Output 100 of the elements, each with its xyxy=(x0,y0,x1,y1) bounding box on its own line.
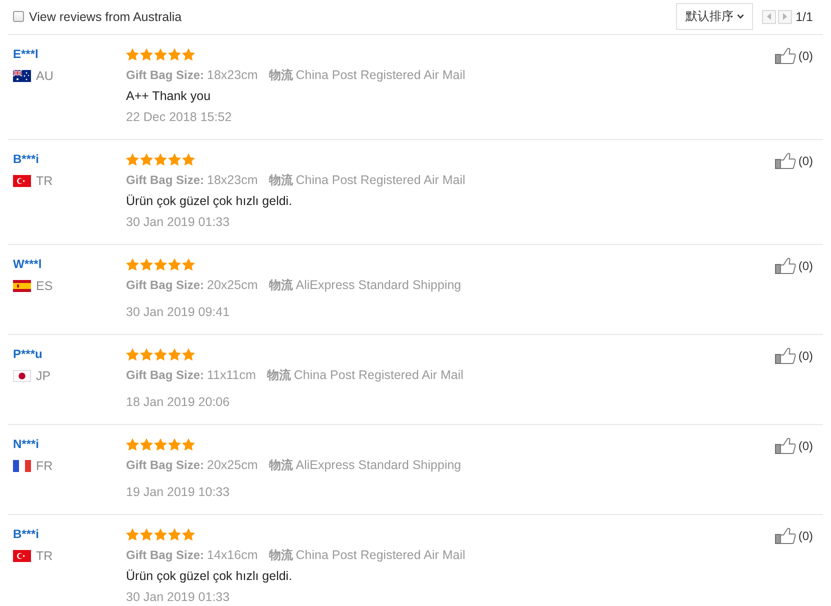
star-icon xyxy=(126,438,139,451)
star-icon xyxy=(126,348,139,361)
attribute-value: 20x25cm xyxy=(207,277,258,294)
star-icon xyxy=(140,48,153,61)
attribute-value: 20x25cm xyxy=(207,457,258,474)
star-icon xyxy=(154,528,167,541)
reviewer-name[interactable]: E***l xyxy=(13,44,38,65)
attribute-value: 18x23cm xyxy=(207,172,258,189)
star-icon xyxy=(182,153,195,166)
attribute-label: Gift Bag Size: xyxy=(126,277,204,294)
star-icon xyxy=(182,438,195,451)
star-icon xyxy=(168,348,181,361)
thumbs-up-icon xyxy=(775,47,796,64)
helpful-button[interactable]: (0) xyxy=(775,437,813,454)
flag-icon xyxy=(13,370,31,382)
attribute-value: China Post Registered Air Mail xyxy=(294,367,464,384)
attribute-value: China Post Registered Air Mail xyxy=(296,172,466,189)
reviewer-name[interactable]: N***i xyxy=(13,434,40,455)
flag-icon xyxy=(13,175,31,187)
attribute-label: Gift Bag Size: xyxy=(126,367,204,384)
star-icon xyxy=(182,48,195,61)
attribute-label: Gift Bag Size: xyxy=(126,457,204,474)
star-icon xyxy=(154,348,167,361)
star-icon xyxy=(140,438,153,451)
star-icon xyxy=(140,528,153,541)
review-text: Ürün çok güzel çok hızlı geldi. xyxy=(126,568,292,584)
star-icon xyxy=(154,258,167,271)
checkbox[interactable] xyxy=(13,11,24,22)
reviewer-name[interactable]: P***u xyxy=(13,344,42,365)
attribute-value: AliExpress Standard Shipping xyxy=(296,457,462,474)
star-icon xyxy=(140,153,153,166)
previous-page-button[interactable] xyxy=(762,10,776,24)
thumbs-up-icon xyxy=(775,257,796,274)
review-date: 18 Jan 2019 20:06 xyxy=(126,395,230,410)
flag-icon xyxy=(13,550,31,562)
attribute-label: 物流 xyxy=(268,172,293,189)
star-icon xyxy=(168,438,181,451)
star-icon xyxy=(154,153,167,166)
country-code: TR xyxy=(36,548,53,564)
country-code: ES xyxy=(36,278,53,294)
attribute-value: 18x23cm xyxy=(207,67,258,84)
triangle-left-icon xyxy=(766,13,771,20)
star-icon xyxy=(182,528,195,541)
attribute-label: 物流 xyxy=(266,367,291,384)
filter-label[interactable]: View reviews from Australia xyxy=(29,10,182,24)
country-code: JP xyxy=(36,368,51,384)
star-icon xyxy=(168,528,181,541)
next-page-button[interactable] xyxy=(778,10,792,24)
helpful-button[interactable]: (0) xyxy=(775,257,813,274)
attribute-label: 物流 xyxy=(268,277,293,294)
star-icon xyxy=(168,258,181,271)
sort-dropdown[interactable]: 默认排序 xyxy=(676,3,753,30)
country-code: FR xyxy=(36,458,53,474)
attribute-label: 物流 xyxy=(268,457,293,474)
helpful-button[interactable]: (0) xyxy=(775,152,813,169)
review-date: 30 Jan 2019 09:41 xyxy=(126,305,230,320)
star-icon xyxy=(182,258,195,271)
chevron-down-icon xyxy=(736,14,744,19)
attribute-value: 11x11cm xyxy=(207,367,256,384)
star-icon xyxy=(154,438,167,451)
reviewer-name[interactable]: B***i xyxy=(13,149,40,170)
helpful-button[interactable]: (0) xyxy=(775,47,813,64)
triangle-right-icon xyxy=(782,13,787,20)
star-icon xyxy=(168,48,181,61)
review-date: 30 Jan 2019 01:33 xyxy=(126,590,230,605)
helpful-button[interactable]: (0) xyxy=(775,347,813,364)
attribute-label: Gift Bag Size: xyxy=(126,172,204,189)
star-icon xyxy=(126,153,139,166)
attribute-value: 14x16cm xyxy=(207,547,258,564)
attribute-label: 物流 xyxy=(268,67,293,84)
review-date: 30 Jan 2019 01:33 xyxy=(126,215,230,230)
helpful-button[interactable]: (0) xyxy=(775,527,813,544)
review-text: Ürün çok güzel çok hızlı geldi. xyxy=(126,193,292,209)
attribute-label: 物流 xyxy=(268,547,293,564)
flag-icon xyxy=(13,460,31,472)
attribute-value: AliExpress Standard Shipping xyxy=(296,277,462,294)
thumbs-up-icon xyxy=(775,152,796,169)
page-indicator: 1/1 xyxy=(796,10,813,24)
thumbs-up-icon xyxy=(775,527,796,544)
star-icon xyxy=(140,258,153,271)
star-icon xyxy=(154,48,167,61)
star-icon xyxy=(126,48,139,61)
attribute-value: China Post Registered Air Mail xyxy=(296,547,466,564)
star-icon xyxy=(140,348,153,361)
review-date: 19 Jan 2019 10:33 xyxy=(126,485,230,500)
review-date: 22 Dec 2018 15:52 xyxy=(126,110,232,125)
country-code: TR xyxy=(36,173,53,189)
star-icon xyxy=(168,153,181,166)
attribute-label: Gift Bag Size: xyxy=(126,547,204,564)
attribute-value: China Post Registered Air Mail xyxy=(296,67,466,84)
thumbs-up-icon xyxy=(775,347,796,364)
review-text: A++ Thank you xyxy=(126,88,211,104)
star-icon xyxy=(126,528,139,541)
flag-icon xyxy=(13,70,31,82)
attribute-label: Gift Bag Size: xyxy=(126,67,204,84)
reviewer-name[interactable]: B***i xyxy=(13,524,40,545)
reviewer-name[interactable]: W***l xyxy=(13,254,42,275)
star-icon xyxy=(126,258,139,271)
star-icon xyxy=(182,348,195,361)
flag-icon xyxy=(13,280,31,292)
